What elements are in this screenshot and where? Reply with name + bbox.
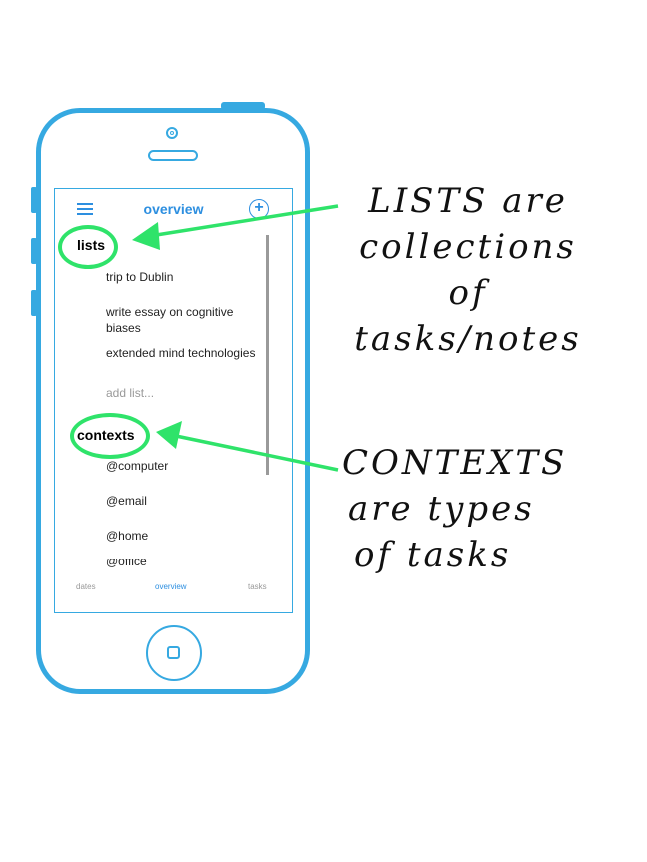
scrollbar[interactable] (266, 235, 269, 475)
tab-overview[interactable]: overview (155, 582, 187, 591)
contexts-annotation-note: CONTEXTS are types of tasks (342, 440, 602, 578)
plus-circle-icon[interactable]: + (249, 199, 269, 219)
context-item[interactable]: @email (106, 493, 256, 509)
lists-annotation-note: LISTS are collections of tasks/notes (338, 178, 598, 362)
camera-icon (166, 127, 178, 139)
context-item[interactable]: @office (106, 559, 256, 567)
context-item[interactable]: @computer (106, 458, 256, 474)
tab-bar: dates overview tasks (55, 582, 292, 596)
note-line: collections (359, 227, 577, 267)
note-line: are types (348, 489, 535, 529)
note-line: LISTS are (368, 181, 568, 221)
note-line: of tasks (354, 535, 512, 575)
note-line: tasks/notes (354, 319, 582, 359)
list-item[interactable]: write essay on cognitive biases (106, 304, 256, 336)
note-line: CONTEXTS (342, 443, 568, 483)
tab-dates[interactable]: dates (76, 582, 96, 591)
lists-highlight-ring (58, 225, 118, 269)
note-line: of (448, 273, 488, 313)
speaker-grille (148, 150, 198, 161)
list-item[interactable]: extended mind technologies (106, 345, 256, 361)
contexts-highlight-ring (70, 413, 150, 459)
add-list-input[interactable]: add list... (106, 385, 256, 401)
context-item[interactable]: @home (106, 528, 256, 544)
list-item[interactable]: trip to Dublin (106, 269, 256, 285)
tab-tasks[interactable]: tasks (248, 582, 267, 591)
home-button-icon[interactable] (146, 625, 202, 681)
